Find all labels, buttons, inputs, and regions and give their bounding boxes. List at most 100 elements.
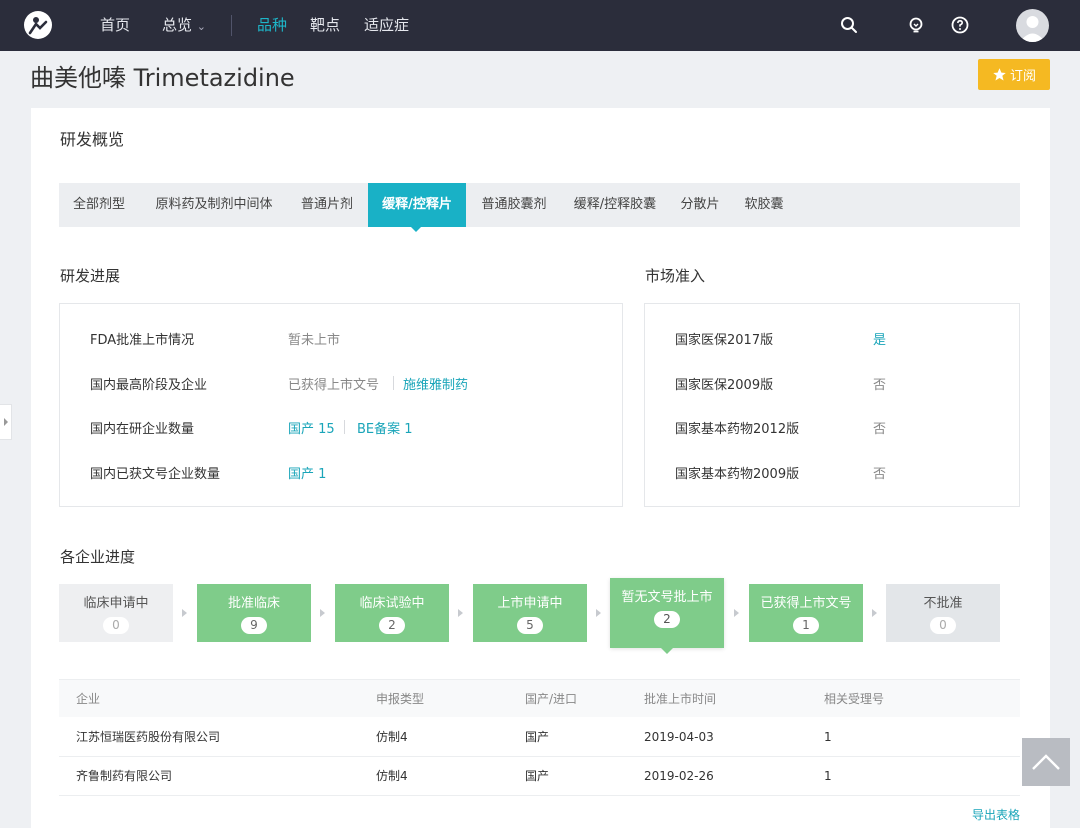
nav-divider <box>231 15 232 36</box>
stage-approval-number[interactable]: 已获得上市文号 1 <box>749 584 863 642</box>
domestic-count-link[interactable]: 国产 15 <box>288 418 335 437</box>
fda-label: FDA批准上市情况 <box>90 333 195 348</box>
chevron-up-icon <box>1032 754 1060 770</box>
cell-origin: 国产 <box>525 730 550 744</box>
chevron-down-icon: ⌄ <box>196 20 207 33</box>
company-link[interactable]: 施维雅制药 <box>403 374 468 393</box>
nrdl-2017-value[interactable]: 是 <box>873 329 886 348</box>
subscribe-button[interactable]: 订阅 <box>978 59 1050 90</box>
stage-label: 暂无文号批上市 <box>621 590 713 605</box>
page-title: 曲美他嗪 Trimetazidine <box>30 64 295 92</box>
stage-count: 0 <box>930 617 956 634</box>
highest-stage-label: 国内最高阶段及企业 <box>90 378 208 393</box>
divider <box>393 376 394 390</box>
approved-count-label: 国内已获文号企业数量 <box>90 467 221 482</box>
tab-sr-capsule[interactable]: 缓释/控释胶囊 <box>562 183 668 227</box>
nav-indications[interactable]: 适应症 <box>364 0 409 51</box>
lightbulb-icon[interactable] <box>906 15 926 35</box>
sidebar-toggle[interactable] <box>0 404 12 440</box>
tab-dispersible[interactable]: 分散片 <box>671 183 729 227</box>
company-link[interactable]: 齐鲁制药有限公司 <box>76 757 172 796</box>
table-header: 企业 申报类型 国产/进口 批准上市时间 相关受理号 <box>59 679 1020 717</box>
table-row: 江苏恒瑞医药股份有限公司 仿制4 国产 2019-04-03 1 <box>59 718 1020 757</box>
stage-count: 2 <box>654 611 680 628</box>
tab-all[interactable]: 全部剂型 <box>59 183 139 227</box>
cell-type: 仿制4 <box>376 730 408 744</box>
cell-date: 2019-02-26 <box>644 769 714 783</box>
tab-softgel[interactable]: 软胶囊 <box>732 183 796 227</box>
nav-overview-label: 总览 <box>162 16 193 34</box>
tab-tablet[interactable]: 普通片剂 <box>289 183 365 227</box>
logo-icon[interactable] <box>24 11 52 39</box>
stage-clinical-approved[interactable]: 批准临床 9 <box>197 584 311 642</box>
tab-capsule[interactable]: 普通胶囊剂 <box>469 183 559 227</box>
stage-count: 1 <box>793 617 819 634</box>
stage-market-application[interactable]: 上市申请中 5 <box>473 584 587 642</box>
divider <box>344 420 345 434</box>
back-to-top-button[interactable] <box>1022 738 1070 786</box>
nav-overview[interactable]: 总览 ⌄ <box>162 0 206 51</box>
overview-title: 研发概览 <box>60 130 125 149</box>
help-icon[interactable] <box>950 15 970 35</box>
chevron-right-icon <box>3 418 8 426</box>
nav-home[interactable]: 首页 <box>100 0 130 51</box>
table-row: 齐鲁制药有限公司 仿制4 国产 2019-02-26 1 <box>59 757 1020 796</box>
col-type: 申报类型 <box>376 692 425 706</box>
progress-title: 研发进展 <box>60 267 121 285</box>
stage-label: 上市申请中 <box>497 596 563 611</box>
rd-count-label: 国内在研企业数量 <box>90 422 195 437</box>
active-tab-caret <box>410 226 422 232</box>
subscribe-label: 订阅 <box>1009 69 1036 84</box>
stages-title: 各企业进度 <box>60 548 136 566</box>
be-count-link[interactable]: BE备案 1 <box>357 418 413 437</box>
selected-stage-caret <box>660 647 674 654</box>
edl-2009-label: 国家基本药物2009版 <box>675 467 800 482</box>
fda-value: 暂未上市 <box>288 333 341 348</box>
stage-label: 临床申请中 <box>83 596 149 611</box>
stage-label: 临床试验中 <box>359 596 425 611</box>
edl-2012-value: 否 <box>873 422 887 437</box>
nav-targets[interactable]: 靶点 <box>310 0 340 51</box>
cell-type: 仿制4 <box>376 769 408 783</box>
col-receipt: 相关受理号 <box>824 692 885 706</box>
chevron-right-icon <box>872 609 877 617</box>
tab-api[interactable]: 原料药及制剂中间体 <box>141 183 287 227</box>
stage-label: 批准临床 <box>227 596 280 611</box>
col-date: 批准上市时间 <box>644 692 717 706</box>
nrdl-2009-value: 否 <box>873 378 887 393</box>
stage-count: 9 <box>241 617 267 634</box>
col-origin: 国产/进口 <box>525 692 578 706</box>
search-icon[interactable] <box>839 15 859 35</box>
tab-sr-tablet[interactable]: 缓释/控释片 <box>368 183 466 227</box>
stage-label: 不批准 <box>923 596 963 611</box>
company-link[interactable]: 江苏恒瑞医药股份有限公司 <box>76 718 220 757</box>
chevron-right-icon <box>182 609 187 617</box>
stage-count: 2 <box>379 617 405 634</box>
edl-2012-label: 国家基本药物2012版 <box>675 422 800 437</box>
highest-stage-value: 已获得上市文号 <box>288 378 380 393</box>
col-company: 企业 <box>76 692 101 706</box>
cell-date: 2019-04-03 <box>644 730 714 744</box>
nav-varieties[interactable]: 品种 <box>257 0 287 51</box>
star-icon <box>993 68 1006 81</box>
nrdl-2017-label: 国家医保2017版 <box>675 333 774 348</box>
dosage-tabs: 全部剂型 原料药及制剂中间体 普通片剂 缓释/控释片 普通胶囊剂 缓释/控释胶囊… <box>59 183 1020 227</box>
stage-approved-no-number[interactable]: 暂无文号批上市 2 <box>610 578 724 648</box>
market-title: 市场准入 <box>645 267 706 285</box>
stage-count: 5 <box>517 617 543 634</box>
stage-rejected[interactable]: 不批准 0 <box>886 584 1000 642</box>
export-table-link[interactable]: 导出表格 <box>972 806 1020 823</box>
top-nav: 首页 总览 ⌄ 品种 靶点 适应症 <box>0 0 1080 51</box>
avatar[interactable] <box>1016 9 1049 42</box>
receipt-link[interactable]: 1 <box>824 718 832 757</box>
stage-label: 已获得上市文号 <box>760 596 852 611</box>
stage-clinical-application[interactable]: 临床申请中 0 <box>59 584 173 642</box>
stage-clinical-trial[interactable]: 临床试验中 2 <box>335 584 449 642</box>
chevron-right-icon <box>596 609 601 617</box>
receipt-link[interactable]: 1 <box>824 757 832 796</box>
edl-2009-value: 否 <box>873 467 887 482</box>
cell-origin: 国产 <box>525 769 550 783</box>
approved-count-link[interactable]: 国产 1 <box>288 463 326 482</box>
stage-count: 0 <box>103 617 129 634</box>
chevron-right-icon <box>458 609 463 617</box>
